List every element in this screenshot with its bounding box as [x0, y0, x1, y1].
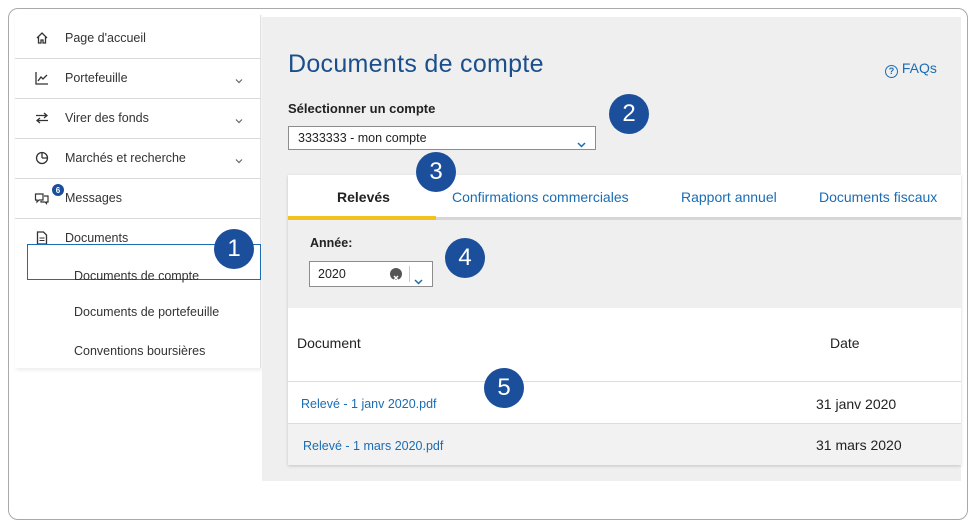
- step-marker: 4: [445, 238, 485, 278]
- home-icon: [33, 29, 51, 47]
- document-link[interactable]: Relevé - 1 janv 2020.pdf: [301, 397, 437, 411]
- document-link[interactable]: Relevé - 1 mars 2020.pdf: [303, 439, 443, 453]
- chevron-down-icon: [235, 114, 243, 124]
- sidebar-item-label: Messages: [65, 191, 122, 205]
- document-date: 31 mars 2020: [816, 437, 902, 453]
- divider: [288, 381, 961, 382]
- pie-chart-icon: [33, 149, 51, 167]
- account-select-label: Sélectionner un compte: [288, 101, 436, 116]
- submenu-item-documents-de-compte[interactable]: Documents de compte: [74, 269, 199, 283]
- step-marker: 3: [416, 152, 456, 192]
- sidebar-item-messages[interactable]: 6 Messages: [15, 178, 261, 218]
- account-select[interactable]: 3333333 - mon compte: [288, 126, 596, 150]
- sidebar-item-label: Page d'accueil: [65, 31, 146, 45]
- document-date: 31 janv 2020: [816, 396, 897, 412]
- chevron-down-icon: [577, 134, 586, 148]
- column-header-date: Date: [830, 335, 860, 351]
- divider: [409, 266, 410, 282]
- column-header-document: Document: [297, 335, 361, 351]
- sidebar-item-label: Virer des fonds: [65, 111, 149, 125]
- clear-icon[interactable]: [390, 268, 402, 281]
- chevron-down-icon: [235, 154, 243, 164]
- transfer-arrows-icon: [33, 109, 51, 127]
- tab-releves[interactable]: Relevés: [337, 189, 390, 205]
- chart-line-icon: [33, 69, 51, 87]
- step-marker: 1: [214, 229, 254, 269]
- year-select-label: Année:: [310, 236, 353, 250]
- unread-count-badge: 6: [52, 184, 64, 196]
- sidebar-item-label: Marchés et recherche: [65, 151, 186, 165]
- faqs-link[interactable]: ? FAQs: [885, 60, 937, 78]
- step-marker: 5: [484, 368, 524, 408]
- faqs-label: FAQs: [901, 60, 937, 76]
- sidebar-item-home[interactable]: Page d'accueil: [15, 18, 261, 58]
- page-title: Documents de compte: [288, 50, 544, 78]
- year-select[interactable]: 2020: [309, 261, 433, 287]
- submenu-item-documents-de-portefeuille[interactable]: Documents de portefeuille: [74, 305, 219, 319]
- tab-documents-fiscaux[interactable]: Documents fiscaux: [819, 189, 937, 205]
- sidebar-item-label: Documents: [65, 231, 129, 245]
- account-select-value: 3333333 - mon compte: [298, 131, 427, 145]
- chevron-down-icon: [235, 74, 243, 84]
- year-select-value: 2020: [318, 267, 346, 281]
- submenu-item-conventions-boursieres[interactable]: Conventions boursières: [74, 344, 205, 358]
- tab-confirmations-commerciales[interactable]: Confirmations commerciales: [452, 189, 629, 205]
- sidebar-item-marches[interactable]: Marchés et recherche: [15, 138, 261, 178]
- step-marker: 2: [609, 94, 649, 134]
- tab-rapport-annuel[interactable]: Rapport annuel: [681, 189, 777, 205]
- sidebar-item-virer[interactable]: Virer des fonds: [15, 98, 261, 138]
- chat-bubbles-icon: 6: [33, 184, 64, 207]
- sidebar-item-label: Portefeuille: [65, 71, 128, 85]
- sidebar-item-portefeuille[interactable]: Portefeuille: [15, 58, 261, 98]
- chevron-down-icon[interactable]: [414, 270, 423, 285]
- help-circle-icon: ?: [885, 65, 898, 78]
